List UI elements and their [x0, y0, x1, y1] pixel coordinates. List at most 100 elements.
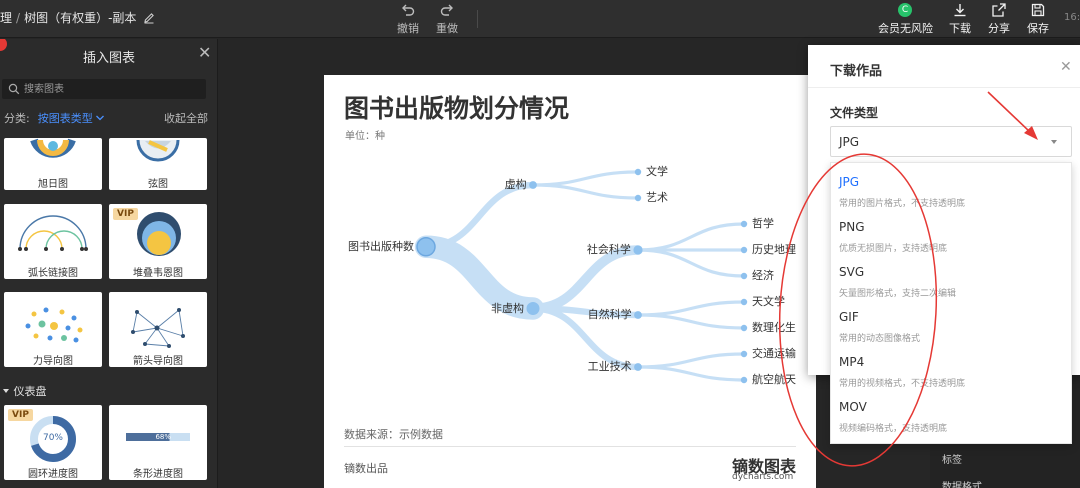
tree-node-label[interactable]: 自然科学 [588, 309, 632, 321]
tree-node[interactable] [526, 302, 540, 315]
insert-chart-panel: 插入图表 ✕ 分类:按图表类型 收起全部 旭日图 弦图 弧长链 [0, 39, 218, 488]
undo-icon [402, 4, 415, 16]
toolbar-divider [477, 10, 478, 28]
tree-link [636, 352, 746, 369]
top-bar: 理 / 树图（有权重）-副本 撤销 重做 C 会员无风险 下载 分享 保存 16: [0, 0, 1080, 38]
chart-canvas[interactable]: 图书出版物划分情况 单位：种 图书出版种数 虚构 文学 艺术 非虚构 社会科学 哲学 历史地理… [324, 75, 816, 488]
triangle-down-icon [3, 389, 9, 393]
tree-node[interactable] [740, 376, 748, 384]
tree-node[interactable] [634, 168, 642, 176]
redo-button[interactable]: 重做 [427, 2, 467, 36]
tree-node-label[interactable]: 非虚构 [491, 302, 524, 315]
download-button[interactable]: 下载 [940, 2, 980, 36]
tree-node-label[interactable]: 航空航天 [752, 374, 796, 386]
member-icon[interactable]: C [898, 3, 912, 17]
breadcrumb: 理 / 树图（有权重）-副本 [0, 9, 155, 27]
chart-card-ring-progress[interactable]: VIP 70% 圆环进度图 [4, 405, 102, 480]
tree-node[interactable] [634, 311, 642, 319]
tree-link [636, 365, 746, 382]
file-type-option-gif[interactable]: GIF 常用的动态图像格式 [831, 304, 1071, 348]
chart-source[interactable]: 数据来源：示例数据 [344, 426, 443, 442]
tree-node-label[interactable]: 数理化生 [752, 322, 796, 334]
caret-down-icon [1051, 140, 1057, 144]
tree-node[interactable] [634, 194, 642, 202]
chart-card-bar-progress[interactable]: 68% 条形进度图 [109, 405, 207, 480]
tree-node-label[interactable]: 工业技术 [588, 361, 632, 373]
download-label: 下载 [949, 22, 971, 35]
tree-node[interactable] [416, 237, 436, 257]
search-input[interactable] [24, 81, 200, 97]
chart-card-stacked-venn[interactable]: VIP 堆叠韦恩图 [109, 204, 207, 279]
option-desc: 常用的动态图像格式 [839, 334, 921, 344]
save-button[interactable]: 保存 [1018, 2, 1058, 36]
breadcrumb-parent[interactable]: 理 [0, 11, 12, 25]
close-icon[interactable]: ✕ [198, 45, 211, 61]
file-type-select[interactable]: JPG [830, 126, 1072, 157]
settings-item-data-format[interactable]: 数据格式 [942, 478, 982, 488]
tree-node[interactable] [740, 272, 748, 280]
chart-card-force-directed[interactable]: 力导向图 [4, 292, 102, 367]
document-title: 树图（有权重）-副本 [24, 11, 137, 25]
section-dashboard-label: 仪表盘 [13, 385, 47, 398]
dialog-divider [808, 87, 1080, 88]
member-status-link[interactable]: 会员无风险 [878, 20, 933, 36]
collapse-all-link[interactable]: 收起全部 [164, 110, 208, 126]
tree-node-label[interactable]: 历史地理 [752, 244, 796, 256]
option-desc: 常用的图片格式，不支持透明底 [839, 199, 966, 209]
tree-node[interactable] [740, 298, 748, 306]
tree-node-label[interactable]: 虚构 [505, 179, 527, 191]
section-dashboard[interactable]: 仪表盘 [2, 383, 47, 399]
tree-node[interactable] [740, 324, 748, 332]
tree-node[interactable] [529, 181, 537, 189]
chevron-down-icon [95, 115, 104, 121]
edit-pencil-icon[interactable] [143, 12, 155, 27]
tree-node-label[interactable]: 图书出版种数 [348, 240, 414, 253]
tree-node[interactable] [740, 220, 748, 228]
option-name: SVG [839, 265, 865, 279]
tree-node-label[interactable]: 哲学 [752, 218, 774, 230]
option-desc: 矢量图形格式，支持二次编辑 [839, 289, 957, 299]
tree-link [636, 300, 746, 317]
file-type-option-mp4[interactable]: MP4 常用的视频格式，不支持透明底 [831, 349, 1071, 393]
option-name: MP4 [839, 355, 865, 369]
category-row: 分类: 按图表类型 收起全部 [4, 110, 212, 126]
chart-card-arrow-directed[interactable]: 箭头导向图 [109, 292, 207, 367]
tree-node-label[interactable]: 交通运输 [752, 348, 796, 360]
tree-node-label[interactable]: 社会科学 [587, 244, 631, 256]
share-button[interactable]: 分享 [979, 2, 1019, 36]
chart-card-sunburst[interactable]: 旭日图 [4, 138, 102, 190]
chart-card-label: 堆叠韦恩图 [133, 268, 183, 279]
tree-node-label[interactable]: 经济 [752, 270, 774, 282]
tree-node-label[interactable]: 文学 [646, 166, 668, 178]
chart-card-chord[interactable]: 弦图 [109, 138, 207, 190]
settings-item-label[interactable]: 标签 [942, 451, 962, 466]
redo-icon [440, 4, 453, 16]
tree-node-label[interactable]: 艺术 [646, 192, 668, 204]
category-value: 按图表类型 [37, 112, 93, 125]
undo-button[interactable]: 撤销 [388, 2, 428, 36]
close-icon[interactable]: ✕ [1060, 59, 1072, 75]
file-type-option-mov[interactable]: MOV 视频编码格式，支持透明底 [831, 394, 1071, 438]
file-type-option-jpg[interactable]: JPG 常用的图片格式，不支持透明底 [831, 169, 1071, 213]
dialog-title: 下载作品 [830, 64, 883, 79]
share-icon [992, 3, 1006, 17]
tree-node[interactable] [740, 350, 748, 358]
save-icon [1031, 3, 1045, 17]
chart-card-label: 弧长链接图 [28, 268, 78, 279]
tree-node[interactable] [634, 363, 642, 371]
tree-node[interactable] [740, 246, 748, 254]
clock: 16: [1064, 12, 1080, 23]
chart-card-arc-link[interactable]: 弧长链接图 [4, 204, 102, 279]
file-type-option-png[interactable]: PNG 优质无损图片，支持透明底 [831, 214, 1071, 258]
search-box [2, 79, 206, 99]
file-type-option-svg[interactable]: SVG 矢量图形格式，支持二次编辑 [831, 259, 1071, 303]
option-name: GIF [839, 310, 859, 324]
chart-maker[interactable]: 镝数出品 [344, 460, 388, 476]
tree-node-label[interactable]: 天文学 [752, 296, 785, 308]
category-label: 分类: [4, 112, 30, 125]
chart-card-label: 条形进度图 [133, 469, 183, 480]
tree-link [636, 248, 746, 278]
tree-link [528, 245, 643, 314]
category-dropdown[interactable]: 按图表类型 [38, 112, 105, 125]
tree-node[interactable] [633, 245, 643, 255]
